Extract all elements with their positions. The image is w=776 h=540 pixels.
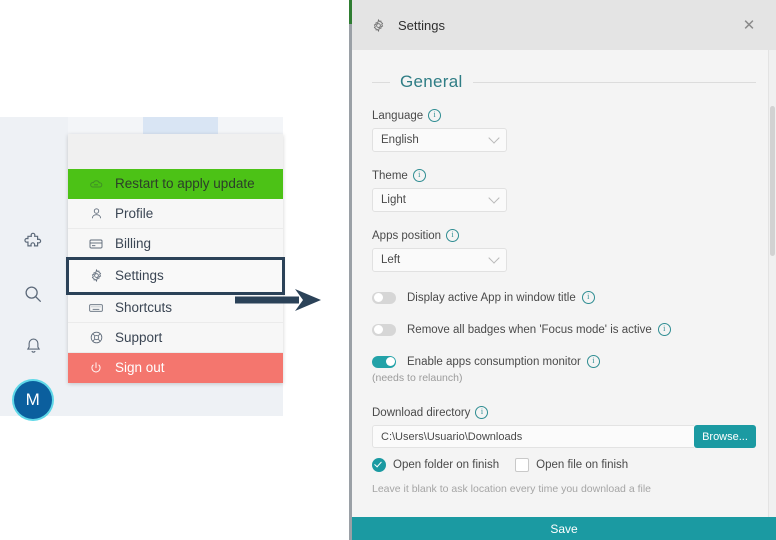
keyboard-icon (88, 300, 104, 316)
menu-item-support[interactable]: Support (68, 323, 283, 353)
active-tab[interactable] (143, 117, 218, 134)
window-title: Settings (398, 17, 445, 33)
toggle-row-consumption-monitor: Enable apps consumption monitor i (372, 355, 756, 368)
menu-item-billing[interactable]: Billing (68, 229, 283, 259)
gear-icon (370, 17, 386, 33)
rule-right (472, 81, 756, 83)
download-checkbox-row: Open folder on finish Open file on finis… (372, 458, 756, 472)
search-icon[interactable] (16, 277, 50, 311)
menu-item-label: Billing (115, 235, 152, 251)
toggle-label: Remove all badges when 'Focus mode' is a… (407, 323, 671, 336)
menu-item-restart-to-apply-update[interactable]: Restart to apply update (68, 169, 283, 199)
label-text: Remove all badges when 'Focus mode' is a… (407, 323, 652, 336)
settings-body: General Language i English Theme i Light… (352, 50, 776, 517)
label-text: Download directory (372, 406, 471, 419)
toggle-row-window-title: Display active App in window title i (372, 291, 756, 304)
theme-select[interactable]: Light (372, 188, 507, 212)
person-icon (88, 206, 104, 222)
gear-icon (88, 268, 104, 284)
apps-position-select[interactable]: Left (372, 248, 507, 272)
menu-item-label: Profile (115, 205, 154, 221)
select-value: Left (381, 254, 401, 266)
lifebuoy-icon (88, 330, 104, 346)
info-icon[interactable]: i (586, 355, 600, 368)
menu-item-label: Restart to apply update (115, 176, 255, 192)
toggle-label: Enable apps consumption monitor i (407, 355, 600, 368)
section-title: General (400, 72, 463, 91)
label-text: Theme (372, 169, 408, 182)
toggle-display-active-app[interactable] (372, 291, 396, 304)
power-icon (88, 360, 104, 376)
menu-item-label: Shortcuts (115, 299, 173, 315)
checkbox-label-open-file: Open file on finish (536, 459, 629, 471)
select-value: English (381, 134, 419, 146)
menu-item-label: Sign out (115, 360, 165, 376)
left-scene: M Restart to apply update Profile Billin… (0, 0, 350, 540)
chevron-down-icon (488, 252, 500, 264)
menu-item-settings[interactable]: Settings (66, 257, 285, 295)
download-hint: Leave it blank to ask location every tim… (372, 483, 651, 495)
avatar-initial: M (25, 390, 41, 409)
toggle-label: Display active App in window title i (407, 291, 595, 304)
section-header-general: General (372, 72, 756, 92)
info-icon[interactable]: i (428, 109, 442, 122)
checkbox-open-folder-on-finish[interactable] (372, 458, 386, 472)
credit-card-icon (88, 236, 104, 252)
bell-icon[interactable] (16, 329, 50, 363)
label-text: Enable apps consumption monitor (407, 355, 581, 368)
select-value: Light (381, 194, 406, 206)
menu-item-sign-out[interactable]: Sign out (68, 353, 283, 383)
label-text: Apps position (372, 229, 442, 242)
download-directory-row: C:\Users\Usuario\Downloads Browse... (372, 425, 756, 448)
chevron-down-icon (488, 192, 500, 204)
label-text: Display active App in window title (407, 291, 576, 304)
toggle-remove-badges[interactable] (372, 323, 396, 336)
theme-label: Theme i (372, 169, 756, 182)
info-icon[interactable]: i (657, 323, 671, 336)
browse-button[interactable]: Browse... (694, 425, 756, 448)
info-icon[interactable]: i (581, 291, 595, 304)
chevron-down-icon (488, 132, 500, 144)
label-text: Language (372, 109, 424, 122)
download-directory-label: Download directory i (372, 406, 756, 419)
cloud-icon (88, 176, 104, 192)
menu-item-label: Settings (115, 267, 164, 283)
icon-rail: M (0, 117, 68, 419)
language-select[interactable]: English (372, 128, 507, 152)
close-icon[interactable]: ✕ (738, 14, 760, 36)
menu-header (68, 134, 283, 169)
user-menu: Restart to apply update Profile Billing (66, 134, 285, 383)
info-icon[interactable]: i (412, 169, 426, 182)
avatar[interactable]: M (14, 381, 52, 419)
toggle-apps-consumption-monitor[interactable] (372, 355, 396, 368)
puzzle-icon[interactable] (16, 225, 50, 259)
menu-item-label: Support (115, 329, 163, 345)
settings-window: Settings ✕ General Language i English Th… (352, 0, 776, 540)
checkbox-open-file-on-finish[interactable] (515, 458, 530, 472)
scrollbar-track[interactable] (768, 50, 776, 517)
toggle-row-focus-mode-badges: Remove all badges when 'Focus mode' is a… (372, 323, 756, 336)
language-label: Language i (372, 109, 756, 122)
save-button[interactable]: Save (352, 517, 776, 540)
rule-left (372, 81, 390, 83)
info-icon[interactable]: i (446, 229, 460, 242)
relaunch-note: (needs to relaunch) (372, 372, 463, 384)
download-path-input[interactable]: C:\Users\Usuario\Downloads (372, 425, 694, 448)
info-icon[interactable]: i (475, 406, 489, 419)
apps-position-label: Apps position i (372, 229, 756, 242)
checkbox-label-open-folder: Open folder on finish (393, 459, 500, 471)
scrollbar-thumb[interactable] (770, 106, 775, 256)
menu-item-profile[interactable]: Profile (68, 199, 283, 229)
settings-titlebar: Settings ✕ (352, 0, 776, 50)
